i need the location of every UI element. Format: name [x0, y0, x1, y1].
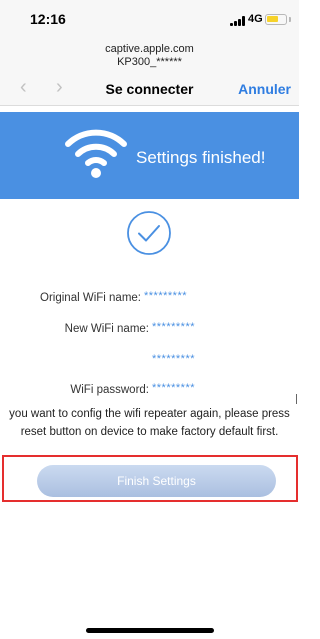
new-wifi-value-secondary: ********* [152, 353, 196, 365]
reset-note-line-1: you want to config the wifi repeater aga… [9, 408, 290, 420]
url-domain: captive.apple.com [105, 43, 194, 55]
battery-tip [289, 17, 291, 22]
new-wifi-label: New WiFi name: [64, 323, 149, 335]
phone-screen: 12:16 4G captive.apple.com KP300_****** … [0, 0, 299, 639]
scroll-indicator [296, 394, 297, 404]
password-value: ********* [152, 382, 196, 394]
status-time: 12:16 [30, 11, 66, 27]
check-circle-icon [127, 211, 171, 255]
original-wifi-value: ********* [144, 290, 188, 302]
reset-note: you want to config the wifi repeater aga… [0, 405, 299, 441]
password-label: WiFi password: [70, 384, 149, 396]
banner-text: Settings finished! [136, 148, 266, 167]
reset-note-line-2: reset button on device to make factory d… [20, 426, 279, 438]
success-banner: Settings finished! [0, 112, 299, 199]
new-wifi-value: ********* [152, 321, 196, 333]
cancel-button[interactable]: Annuler [238, 81, 291, 97]
status-bar: 12:16 4G [0, 0, 299, 40]
wifi-icon [65, 129, 127, 178]
url-ssid: KP300_****** [117, 56, 182, 68]
battery-icon [265, 14, 287, 25]
finish-settings-button[interactable]: Finish Settings [37, 465, 276, 497]
original-wifi-label: Original WiFi name: [40, 292, 141, 304]
signal-icon [230, 16, 246, 26]
home-indicator[interactable] [86, 628, 214, 633]
browser-header: captive.apple.com KP300_****** ‹ › Se co… [0, 40, 299, 106]
network-type: 4G [248, 13, 263, 25]
